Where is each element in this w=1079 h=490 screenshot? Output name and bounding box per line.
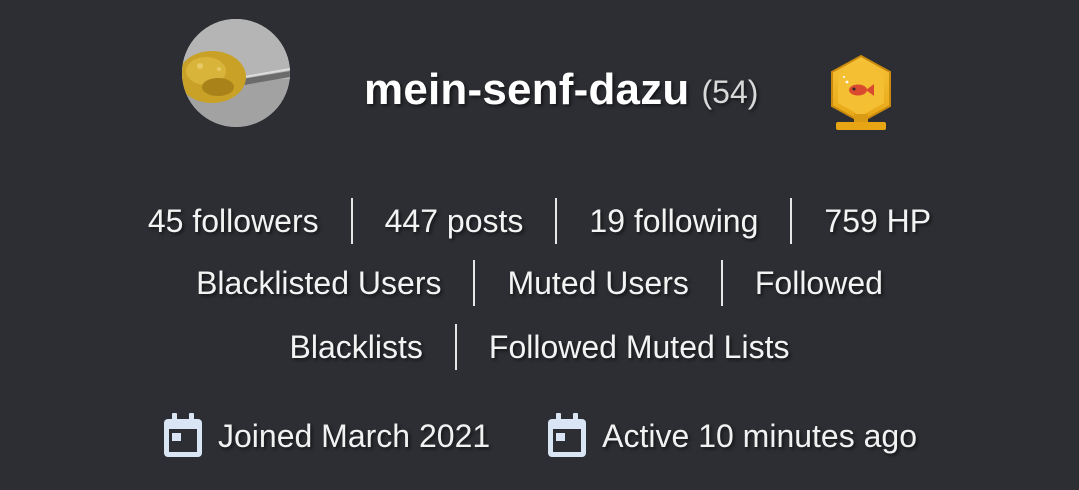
profile-header: mein-senf-dazu (54) 45 followers 447 pos… [0, 0, 1079, 490]
stats-row: 45 followers 447 posts 19 following 759 … [0, 196, 1079, 246]
avatar-image [182, 19, 290, 127]
followed-blacklists-link-part2[interactable]: Blacklists [258, 329, 455, 366]
lists-row-2: Blacklists Followed Muted Lists [0, 322, 1079, 372]
active-date: Active 10 minutes ago [546, 413, 917, 459]
avatar[interactable] [182, 19, 290, 127]
dates-row: Joined March 2021 Active 10 minutes ago [0, 413, 1079, 459]
followed-blacklists-link-part1[interactable]: Followed [723, 265, 915, 302]
muted-users-link[interactable]: Muted Users [475, 265, 720, 302]
followed-muted-lists-link[interactable]: Followed Muted Lists [457, 329, 822, 366]
fish-badge-icon[interactable] [828, 54, 894, 134]
username[interactable]: mein-senf-dazu [364, 65, 690, 115]
reputation-score: (54) [701, 73, 759, 110]
lists-row-1: Blacklisted Users Muted Users Followed [0, 258, 1079, 308]
followers-link[interactable]: 45 followers [116, 203, 351, 240]
following-link[interactable]: 19 following [557, 203, 790, 240]
posts-link[interactable]: 447 posts [353, 203, 556, 240]
blacklisted-users-link[interactable]: Blacklisted Users [164, 265, 473, 302]
joined-date: Joined March 2021 [162, 413, 490, 459]
calendar-icon [163, 413, 202, 457]
name-row: mein-senf-dazu (54) [364, 62, 758, 118]
joined-text: Joined March 2021 [217, 417, 491, 454]
hive-power-link[interactable]: 759 HP [792, 203, 963, 240]
active-text: Active 10 minutes ago [602, 417, 917, 454]
calendar-icon [548, 413, 587, 457]
